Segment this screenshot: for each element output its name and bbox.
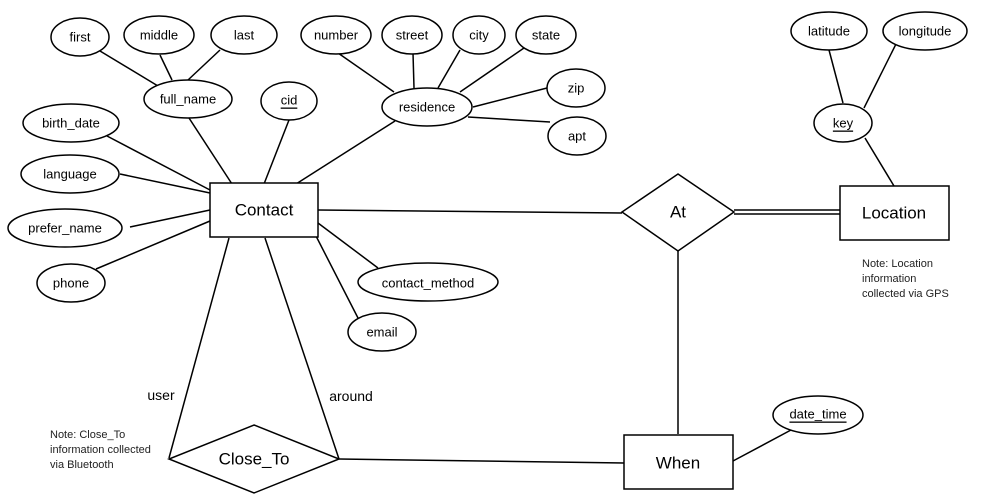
attribute-email[interactable]: email [347,312,417,352]
note-location: Note: Location information collected via… [862,258,949,300]
edge-middle-full_name [159,54,173,81]
attribute-key-key[interactable]: key [813,103,873,143]
edge-full_name-contact [188,117,233,185]
note-line: Note: Close_To [50,429,125,441]
attribute-state[interactable]: state [515,15,577,55]
edge-city-residence [437,49,461,89]
note-line: collected via GPS [862,288,949,300]
attribute-label: middle [140,28,178,43]
attribute-label: street [396,28,429,43]
attribute-last[interactable]: last [210,15,278,55]
attribute-label: longitude [899,24,952,39]
edge-contact-at [317,209,623,214]
edge-contact-close_to-user [168,237,230,459]
attribute-label: latitude [808,24,850,39]
entity-label: Contact [235,201,294,220]
attribute-latitude[interactable]: latitude [790,11,868,51]
entity-label: When [656,454,700,473]
edge-longitude-key [863,43,897,109]
entities: Contact Location When [209,182,950,490]
attribute-label: full_name [160,92,216,107]
attribute-label: email [366,325,397,340]
attribute-full_name[interactable]: full_name [143,79,233,119]
edge-contact_method-contact [317,222,379,269]
edge-date_time-when [732,429,792,462]
entity-location[interactable]: Location [839,185,950,241]
attribute-date_time-key[interactable]: date_time [772,395,864,435]
edge-first-full_name [99,50,159,87]
edge-latitude-key [828,49,844,104]
attribute-label: apt [568,129,586,144]
attribute-label: key [833,116,854,131]
note-line: information [862,273,916,285]
attribute-label: cid [281,93,298,108]
relationship-close_to[interactable]: Close_To [166,424,342,494]
attribute-label: number [314,28,359,43]
edge-last-full_name [187,49,221,81]
edge-prefer_name-contact [129,209,211,228]
attribute-prefer_name[interactable]: prefer_name [7,208,123,248]
attribute-label: last [234,28,255,43]
role-label-around: around [329,388,373,404]
note-line: via Bluetooth [50,459,114,471]
attribute-label: residence [399,100,455,115]
edge-close_to-when [338,458,625,464]
note-close_to: Note: Close_To information collected via… [50,429,151,471]
entity-when[interactable]: When [623,434,734,490]
entity-contact[interactable]: Contact [209,182,319,238]
attribute-label: date_time [789,407,846,422]
attribute-residence[interactable]: residence [381,87,473,127]
attribute-language[interactable]: language [20,154,120,194]
edge-street-residence [412,52,415,89]
relationship-label: At [670,203,686,222]
attribute-label: prefer_name [28,221,102,236]
edge-zip-residence [472,87,548,108]
edge-key-location [864,137,895,187]
attribute-phone[interactable]: phone [36,263,106,303]
attribute-city[interactable]: city [452,15,506,55]
attribute-apt[interactable]: apt [547,116,607,156]
attribute-contact_method[interactable]: contact_method [357,262,499,302]
edge-apt-residence [467,116,551,123]
edge-state-residence [459,47,525,93]
attribute-zip[interactable]: zip [546,68,606,108]
attribute-first[interactable]: first [50,17,110,57]
attribute-label: birth_date [42,116,100,131]
attribute-label: zip [568,81,585,96]
attribute-middle[interactable]: middle [123,15,195,55]
note-line: information collected [50,444,151,456]
edge-number-residence [337,52,395,93]
edge-residence-contact [295,120,396,185]
edge-contact-close_to-around [264,237,340,460]
relationship-label: Close_To [219,450,290,469]
attribute-label: state [532,28,560,43]
attribute-label: language [43,167,97,182]
attribute-longitude[interactable]: longitude [882,11,968,51]
er-diagram: first middle last full_name cid birth_da… [7,11,968,494]
attribute-street[interactable]: street [381,15,443,55]
note-line: Note: Location [862,258,933,270]
role-label-user: user [147,387,175,403]
attribute-cid-key[interactable]: cid [260,81,318,121]
relationship-at[interactable]: At [620,173,736,252]
edge-cid-contact [263,119,290,185]
attribute-number[interactable]: number [300,15,372,55]
attribute-label: phone [53,276,89,291]
attribute-label: contact_method [382,276,475,291]
attribute-label: city [469,28,489,43]
entity-label: Location [862,204,926,223]
attribute-label: first [70,30,91,45]
attribute-birth_date[interactable]: birth_date [22,103,120,143]
